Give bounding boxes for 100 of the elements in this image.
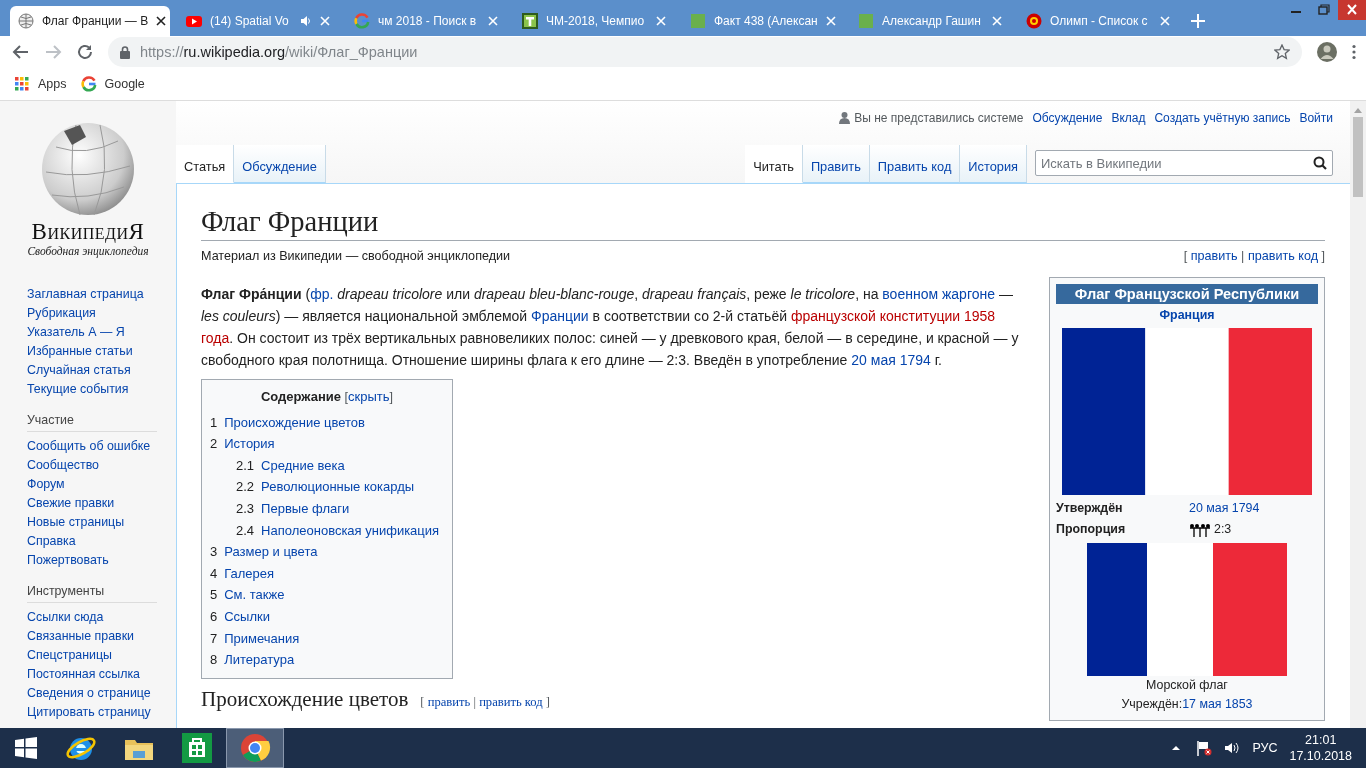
language-indicator[interactable]: РУС — [1252, 741, 1278, 755]
contents-heading: Содержание — [260, 389, 341, 404]
infobox-value: 2:3 — [1214, 521, 1232, 538]
toc-link[interactable]: Происхождение цветов — [224, 411, 365, 434]
edit-separator: | — [473, 694, 476, 709]
infobox-link[interactable]: 17 мая 1853 — [1182, 697, 1253, 711]
toc-number: 2.1 — [236, 456, 255, 475]
tagline: Свободная энциклопедия — [27, 245, 149, 257]
menu-icon[interactable] — [1352, 44, 1356, 60]
star-icon[interactable] — [1274, 44, 1290, 60]
view-tab[interactable]: Править код — [869, 145, 961, 183]
link[interactable]: военном жаргоне — [882, 286, 995, 302]
article-paragraph: Флаг Фра́нции (фр. drapeau tricolore или drapeau bleu-blanc-rouge, drapeau français, реже le tricolore, на военном жаргоне — les couleurs) — является национальной эмблемой Франции в соответствии со 2-й статьёй французской конституции 1958 года. Он состоит из трёх вертикальных равновеликих полос: синей — у древкового края, белой — в середине, и красной — у свободного края полотнища. Отношение ширины флага к его длине — 2:3. Введён в употребление 20 мая 1794 г. — [201, 285, 1020, 370]
missing-page-link[interactable]: французской конституции 1958 — [790, 308, 996, 324]
infobox-link[interactable]: Франция — [1159, 308, 1215, 322]
flag-alert-icon[interactable] — [1196, 740, 1213, 756]
lock-icon — [120, 45, 130, 59]
sidebar-link[interactable]: Текущие события — [27, 380, 176, 399]
speaker-icon[interactable] — [300, 15, 312, 27]
browser-tab[interactable]: Флаг Франции — В — [10, 6, 170, 36]
infobox-label: Пропорция — [1056, 521, 1127, 538]
toc-link[interactable]: Размер и цвета — [224, 541, 318, 563]
sidebar-link[interactable]: Связанные правки — [27, 627, 176, 646]
bookmark-link[interactable]: Apps — [38, 77, 67, 91]
sidebar-link[interactable]: Сведения о странице — [27, 684, 176, 703]
edit-link[interactable]: править — [1190, 249, 1238, 263]
sidebar-link[interactable]: Свежие правки — [27, 494, 176, 513]
sidebar-link[interactable]: Справка — [27, 532, 176, 551]
link[interactable]: Франции — [531, 308, 589, 324]
address-field[interactable]: https://ru.wikipedia.org/wiki/Флаг_Франции — [108, 37, 1302, 67]
toc-link[interactable]: Революционные кокарды — [261, 476, 415, 498]
scrollbar-thumb[interactable] — [1353, 117, 1363, 197]
flag-drawing[interactable] — [1062, 328, 1312, 495]
sidebar-link[interactable]: Указатель А — Я — [27, 323, 176, 342]
page-tab[interactable]: Статья — [176, 145, 235, 183]
sidebar-link[interactable]: Форум — [27, 475, 176, 494]
logo-icon — [354, 13, 370, 29]
personal-link[interactable]: Обсуждение — [1032, 111, 1103, 125]
toc-link[interactable]: Примечания — [224, 627, 300, 650]
toc-link[interactable]: Ссылки — [224, 605, 270, 628]
sidebar-link[interactable]: Цитировать страницу — [27, 703, 176, 722]
page-tab[interactable]: Обсуждение — [234, 145, 326, 183]
toc-number: 1 — [210, 413, 218, 432]
section-heading: Происхождение цветов — [201, 685, 409, 713]
volume-icon[interactable] — [1224, 740, 1241, 756]
toc-number: 2.4 — [236, 521, 255, 540]
link[interactable]: фр. — [310, 286, 334, 302]
sidebar-link[interactable]: Рубрикация — [27, 304, 176, 323]
toc-link[interactable]: Наполеоновская унификация — [261, 519, 440, 542]
plus-icon[interactable] — [1190, 13, 1206, 29]
toc-number: 2.3 — [236, 499, 255, 518]
toc-link[interactable]: Галерея — [224, 562, 275, 585]
sidebar-link[interactable]: Заглавная страница — [27, 285, 176, 304]
search-field[interactable]: Искать в Википедии — [1035, 150, 1333, 176]
toc-link[interactable]: См. также — [224, 584, 285, 606]
clock[interactable]: 21:01 17.10.2018 — [1289, 732, 1352, 764]
personal-link[interactable]: Войти — [1299, 111, 1333, 125]
sidebar-link[interactable]: Ссылки сюда — [27, 608, 176, 627]
toc-link[interactable]: История — [224, 433, 275, 455]
square-icon — [858, 13, 874, 29]
view-tab[interactable]: Править — [802, 145, 870, 183]
hide-link[interactable]: скрыть — [348, 389, 390, 404]
avatar-icon[interactable] — [1316, 41, 1338, 63]
play-icon — [186, 13, 202, 29]
view-tab[interactable]: Читать — [745, 145, 803, 183]
edit-link[interactable]: править код — [479, 694, 543, 709]
toc-link[interactable]: Литература — [224, 649, 295, 671]
sidebar-link[interactable]: Избранные статьи — [27, 342, 176, 361]
view-tab[interactable]: История — [960, 145, 1027, 183]
personal-link[interactable]: Вклад — [1111, 111, 1146, 125]
edit-link[interactable]: править — [427, 694, 471, 709]
search-icon[interactable] — [1313, 156, 1327, 170]
close-icon[interactable] — [156, 16, 167, 26]
sidebar-link[interactable]: Сообщить об ошибке — [27, 437, 176, 456]
infobox-label: Утверждён — [1056, 500, 1124, 517]
toc-link[interactable]: Первые флаги — [261, 497, 350, 520]
round-logo-icon — [239, 732, 271, 764]
tile-icon — [522, 13, 538, 29]
flag-drawing[interactable] — [1087, 543, 1287, 676]
sidebar-link[interactable]: Пожертвовать — [27, 551, 176, 570]
infobox-link[interactable]: 20 мая 1794 — [1189, 498, 1318, 519]
square-icon — [690, 13, 706, 29]
wordmark[interactable]: ВикипедиЯ — [31, 219, 145, 245]
edit-separator: | — [1241, 249, 1245, 263]
sidebar-link[interactable]: Случайная статья — [27, 361, 176, 380]
bookmark-link[interactable]: Google — [104, 77, 145, 91]
edit-link[interactable]: править код — [1247, 249, 1318, 263]
sidebar-link[interactable]: Сообщество — [27, 456, 176, 475]
back-icon[interactable] — [12, 43, 30, 61]
emblem-icon — [1026, 13, 1042, 29]
sidebar-link[interactable]: Постоянная ссылка — [27, 665, 176, 684]
reload-icon[interactable] — [76, 43, 94, 61]
personal-link[interactable]: Создать учётную запись — [1154, 111, 1291, 125]
page-subtitle: Материал из Википедии — свободной энциклопедии — [201, 248, 511, 265]
link[interactable]: 20 мая 1794 — [851, 352, 931, 368]
sidebar-link[interactable]: Спецстраницы — [27, 646, 176, 665]
sidebar-link[interactable]: Новые страницы — [27, 513, 176, 532]
apps-grid-icon — [14, 76, 30, 92]
toc-link[interactable]: Средние века — [261, 454, 345, 477]
toc-bracket: [ — [344, 390, 349, 404]
